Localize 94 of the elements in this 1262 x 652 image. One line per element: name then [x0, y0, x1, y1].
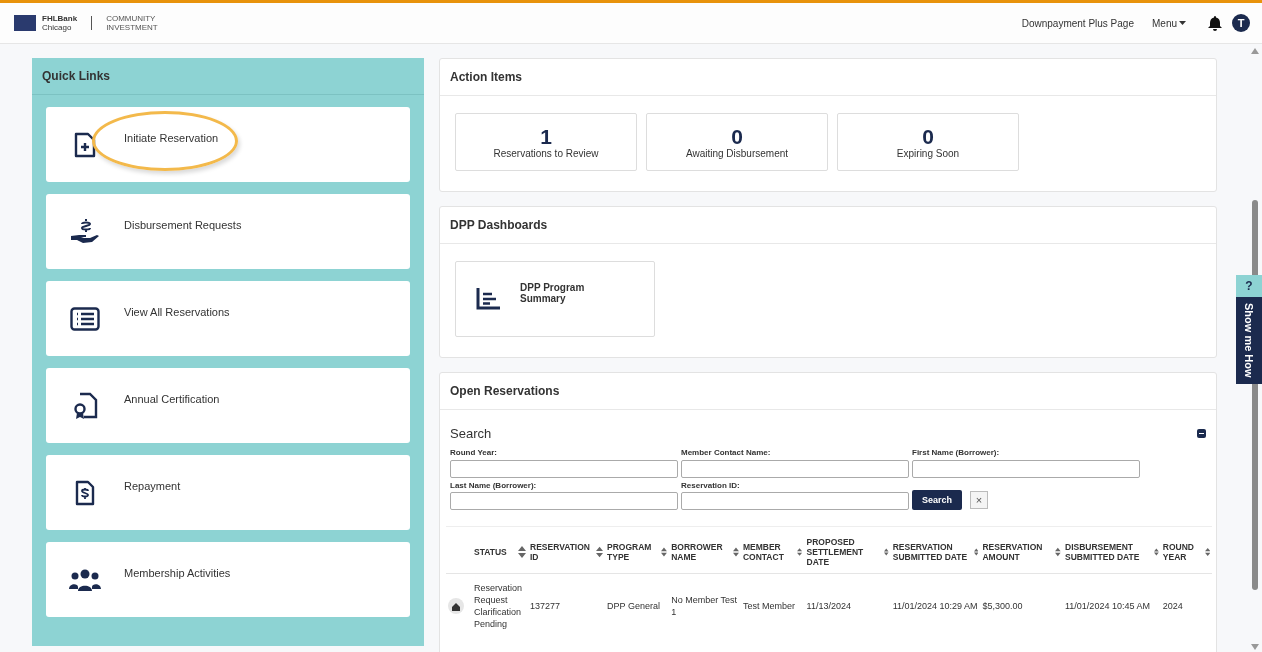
brand-city: Chicago [42, 23, 73, 32]
quick-link-card[interactable]: View All Reservations [46, 281, 410, 356]
column-header: RESERVATION ID [530, 542, 591, 562]
scroll-up-icon[interactable] [1251, 48, 1259, 54]
sort-icon[interactable] [1154, 546, 1159, 558]
menu-button[interactable]: Menu [1152, 17, 1186, 29]
stat-count: 0 [731, 125, 743, 148]
table-cell: $5,300.00 [982, 601, 1023, 611]
table-cell: 11/01/2024 10:45 AM [1065, 601, 1150, 611]
quick-link-card[interactable]: Disbursement Requests [46, 194, 410, 269]
field-label: First Name (Borrower): [912, 448, 1001, 457]
quick-link-label: View All Reservations [124, 306, 230, 318]
brand-name: FHLBank [42, 14, 78, 23]
input-field[interactable] [681, 459, 909, 478]
bar-chart-icon [476, 288, 500, 310]
quick-link-label: Initiate Reservation [124, 132, 219, 144]
table-cell: DPP General [607, 601, 660, 611]
column-header: MEMBER CONTACT [742, 542, 785, 562]
quick-link-card[interactable]: Membership Activities [46, 542, 410, 617]
scroll-down-icon[interactable] [1251, 644, 1259, 650]
help-tab[interactable]: ? Show me How [1236, 275, 1262, 384]
input-field[interactable] [912, 459, 1140, 478]
certificate-icon [72, 391, 98, 420]
help-label: Show me How [1236, 297, 1262, 384]
quick-link-label: Annual Certification [124, 393, 220, 405]
column-header: ROUND YEAR [1162, 542, 1195, 562]
card-title: DPP Dashboards [440, 207, 1216, 244]
division-name: INVESTMENT [106, 23, 158, 32]
sort-icon[interactable] [797, 546, 803, 558]
input-field[interactable] [681, 492, 909, 510]
card-title: Open Reservations [440, 373, 1216, 410]
sort-icon[interactable] [595, 546, 604, 558]
sort-icon[interactable] [732, 546, 739, 558]
caret-icon [1179, 21, 1186, 25]
quick-link-label: Repayment [124, 480, 181, 492]
field-label: Last Name (Borrower): [450, 480, 538, 490]
sort-icon[interactable] [884, 546, 889, 558]
field-label: Round Year: [450, 448, 498, 457]
column-header: BORROWER NAME [671, 542, 724, 562]
collapse-button[interactable] [1197, 429, 1206, 438]
card-title: Action Items [440, 59, 1216, 96]
column-header: STATUS [474, 547, 507, 557]
list-icon [70, 306, 100, 331]
status-icon[interactable] [448, 598, 464, 614]
field-label: Member Contact Name: [681, 448, 772, 457]
bell-icon[interactable] [1208, 15, 1222, 31]
quick-link-card[interactable]: Repayment [46, 455, 410, 530]
receipt-icon [75, 479, 95, 506]
stat-tile[interactable]: 1 Reservations to Review [455, 113, 637, 171]
quick-link-label: Membership Activities [124, 567, 231, 579]
sort-icon[interactable] [1204, 546, 1210, 558]
user-avatar[interactable]: T [1232, 14, 1250, 32]
input-field[interactable] [450, 492, 678, 510]
logo-icon [14, 15, 36, 31]
hand-dollar-icon [70, 217, 100, 246]
column-header: PROGRAM TYPE [607, 542, 653, 562]
panel-title: Quick Links [32, 58, 424, 95]
quick-link-card[interactable]: Annual Certification [46, 368, 410, 443]
file-plus-icon [74, 131, 96, 158]
column-header: DISBURSEMENT SUBMITTED DATE [1065, 542, 1141, 562]
search-button[interactable]: Search [912, 490, 963, 510]
field-label: Reservation ID: [681, 480, 741, 490]
table-cell: Test Member [742, 601, 795, 611]
stat-count: 1 [540, 125, 552, 148]
stat-tile[interactable]: 0 Awaiting Disbursement [646, 113, 828, 171]
help-icon: ? [1236, 275, 1262, 297]
sort-icon[interactable] [973, 546, 979, 558]
stat-label: Awaiting Disbursement [685, 147, 789, 159]
column-header: RESERVATION AMOUNT [982, 542, 1044, 562]
sort-icon[interactable] [1055, 546, 1061, 558]
dashboard-label: DPP Program Summary [520, 282, 586, 304]
table-cell: 11/13/2024 [806, 601, 851, 611]
input-field[interactable] [450, 459, 678, 478]
dashboard-tile[interactable]: DPP Program Summary [455, 261, 655, 337]
table-cell: 2024 [1162, 601, 1183, 611]
table-cell: 11/01/2024 10:29 AM [892, 601, 978, 611]
stat-label: Expiring Soon [896, 147, 960, 159]
column-header: RESERVATION SUBMITTED DATE [892, 542, 969, 562]
table-cell: 137277 [530, 601, 561, 611]
column-header: PROPOSED SETTLEMENT DATE [806, 537, 865, 567]
division-name: COMMUNITY [106, 14, 157, 23]
section-title: Search [450, 426, 492, 441]
people-icon [69, 567, 101, 592]
sort-icon[interactable] [661, 546, 668, 558]
sort-icon[interactable] [518, 546, 526, 558]
table-cell: No Member Test 1 [671, 595, 738, 617]
stat-label: Reservations to Review [493, 147, 599, 159]
stat-tile[interactable]: 0 Expiring Soon [837, 113, 1019, 171]
quick-link-label: Disbursement Requests [124, 219, 242, 231]
quick-link-card[interactable]: Initiate Reservation [46, 107, 410, 182]
stat-count: 0 [922, 125, 934, 148]
table-cell: Reservation Request Clarification Pending [474, 583, 523, 629]
clear-button[interactable]: × [970, 491, 989, 509]
nav-link[interactable]: Downpayment Plus Page [1021, 17, 1134, 29]
